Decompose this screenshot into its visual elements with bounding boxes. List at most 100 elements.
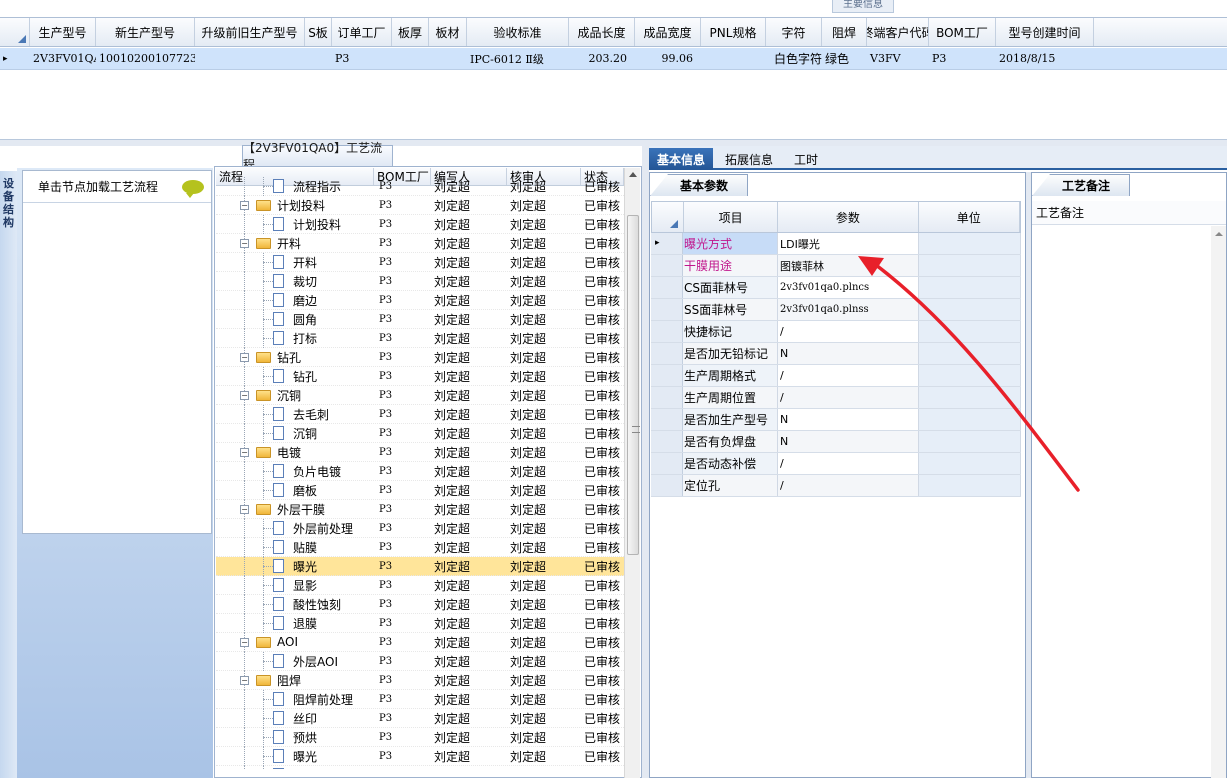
param-value[interactable]: / [778,475,919,496]
param-value[interactable]: N [778,431,919,452]
collapse-toggle-icon[interactable]: − [240,352,249,362]
col-header[interactable]: 型号创建时间 [996,18,1094,46]
process-tree-row[interactable]: − 沉铜 P3 刘定超 刘定超 已审核 [216,385,624,405]
tree-node[interactable]: 开料 [216,252,376,272]
process-tree-row[interactable]: 负片电镀 P3 刘定超 刘定超 已审核 [216,461,624,481]
param-value[interactable]: / [778,387,919,408]
tree-node[interactable]: 磨边 [216,290,376,310]
tree-node[interactable]: 贴膜 [216,537,376,557]
param-unit[interactable] [919,475,1021,496]
col-header[interactable]: 订单工厂 [332,18,392,46]
collapse-toggle-icon[interactable]: − [240,200,249,210]
scroll-thumb[interactable] [627,215,640,555]
param-row[interactable]: 是否有负焊盘 N [651,431,1021,453]
tab-work-hours[interactable]: 工时 [786,148,826,170]
param-value[interactable]: N [778,343,919,364]
process-tree-row[interactable]: 预烘 P3 刘定超 刘定超 已审核 [216,727,624,747]
param-unit[interactable] [919,387,1021,408]
process-tree-row[interactable]: 磨板 P3 刘定超 刘定超 已审核 [216,480,624,500]
params-col-header[interactable]: 参数 [778,202,919,232]
scroll-up-arrow-icon[interactable] [629,172,637,177]
param-unit[interactable] [919,277,1021,298]
cell[interactable] [195,48,305,69]
cell[interactable]: V3FV [867,48,929,69]
tree-node[interactable]: 外层AOI [216,651,376,671]
tree-node[interactable]: − 外层干膜 [216,499,376,519]
vertical-splitter[interactable] [642,146,649,778]
col-header[interactable]: 验收标准 [467,18,569,46]
tab-basic-info[interactable]: 基本信息 [649,148,714,170]
process-tree-row[interactable]: 磨边 P3 刘定超 刘定超 已审核 [216,290,624,310]
cell[interactable]: P3 [929,48,996,69]
cell[interactable]: 2018/8/15 [996,48,1094,69]
param-value[interactable]: / [778,365,919,386]
param-row[interactable]: CS面菲林号 2v3fv01qa0.plncs [651,277,1021,299]
process-tree-row[interactable]: 圆角 P3 刘定超 刘定超 已审核 [216,309,624,329]
col-header[interactable]: 新生产型号 [96,18,195,46]
tree-node[interactable]: − 阻焊 [216,670,376,690]
tree-node[interactable]: 酸性蚀刻 [216,594,376,614]
cell[interactable]: 绿色 [822,48,867,69]
param-value[interactable]: / [778,453,919,474]
cell[interactable] [305,48,332,69]
cell[interactable]: 2V3FV01QA0 [30,48,96,69]
cell[interactable]: 203.20 [569,48,635,69]
param-value[interactable]: N [778,409,919,430]
process-tree-row[interactable]: 曝光 P3 刘定超 刘定超 已审核 [216,556,624,576]
remark-scrollbar[interactable] [1211,226,1226,778]
param-row[interactable]: 生产周期格式 / [651,365,1021,387]
tree-node[interactable]: 显影 [216,575,376,595]
col-header[interactable]: 成品长度 [569,18,635,46]
process-tree-row[interactable]: 沉铜 P3 刘定超 刘定超 已审核 [216,423,624,443]
collapse-toggle-icon[interactable]: − [240,637,249,647]
param-unit[interactable] [919,453,1021,474]
equipment-structure-vtab[interactable]: 设备结构 [0,171,17,778]
param-value[interactable]: 2v3fv01qa0.plncs [778,277,919,298]
tree-node[interactable]: 丝印 [216,708,376,728]
param-unit[interactable] [919,343,1021,364]
col-header[interactable]: BOM工厂 [929,18,996,46]
param-unit[interactable] [919,299,1021,320]
param-row[interactable]: 生产周期位置 / [651,387,1021,409]
process-tree-row[interactable]: 流程指示 P3 刘定超 刘定超 已审核 [216,177,624,196]
process-tree-scrollbar[interactable] [624,168,640,778]
process-tree-row[interactable]: 显影P3刘定超刘定超已审核 [216,765,624,769]
param-unit[interactable] [919,255,1021,276]
col-header[interactable]: 板厚 [392,18,429,46]
param-value[interactable]: / [778,321,919,342]
col-header[interactable]: 升级前旧生产型号 [195,18,305,46]
process-tree-row[interactable]: 曝光 P3 刘定超 刘定超 已审核 [216,746,624,766]
collapse-toggle-icon[interactable]: − [240,390,249,400]
process-tree-row[interactable]: 钻孔 P3 刘定超 刘定超 已审核 [216,366,624,386]
process-tree-row[interactable]: 外层AOI P3 刘定超 刘定超 已审核 [216,651,624,671]
param-row[interactable]: ▸ 曝光方式 LDI曝光 [651,233,1021,255]
param-unit[interactable] [919,365,1021,386]
tree-node[interactable]: 退膜 [216,613,376,633]
col-header[interactable]: 终端客户代码 [867,18,929,46]
cell[interactable] [392,48,429,69]
params-col-header[interactable]: 单位 [919,202,1020,232]
param-row[interactable]: 快捷标记 / [651,321,1021,343]
tree-node[interactable]: − AOI [216,632,376,652]
collapse-toggle-icon[interactable]: − [240,447,249,457]
col-header[interactable]: 生产型号 [30,18,96,46]
tree-node[interactable]: 裁切 [216,271,376,291]
scroll-up-arrow-icon[interactable] [1215,232,1223,236]
tree-node[interactable]: 流程指示 [216,177,376,196]
tree-node[interactable]: 曝光 [216,556,376,576]
collapse-toggle-icon[interactable]: − [240,504,249,514]
col-header[interactable]: 板材 [429,18,467,46]
tree-node[interactable]: 曝光 [216,746,376,766]
cell[interactable]: 99.06 [635,48,701,69]
col-header[interactable]: PNL规格 [701,18,766,46]
param-unit[interactable] [919,431,1021,452]
tree-node[interactable]: 显影 [216,765,376,769]
tree-node[interactable]: 阻焊前处理 [216,689,376,709]
tab-extended-info[interactable]: 拓展信息 [717,148,781,170]
process-tree-row[interactable]: 阻焊前处理 P3 刘定超 刘定超 已审核 [216,689,624,709]
collapse-toggle-icon[interactable]: − [240,238,249,248]
process-tree-row[interactable]: 打标 P3 刘定超 刘定超 已审核 [216,328,624,348]
cell[interactable]: 10010200107723 [96,48,195,69]
param-row[interactable]: SS面菲林号 2v3fv01qa0.plnss [651,299,1021,321]
col-header[interactable]: 成品宽度 [635,18,701,46]
